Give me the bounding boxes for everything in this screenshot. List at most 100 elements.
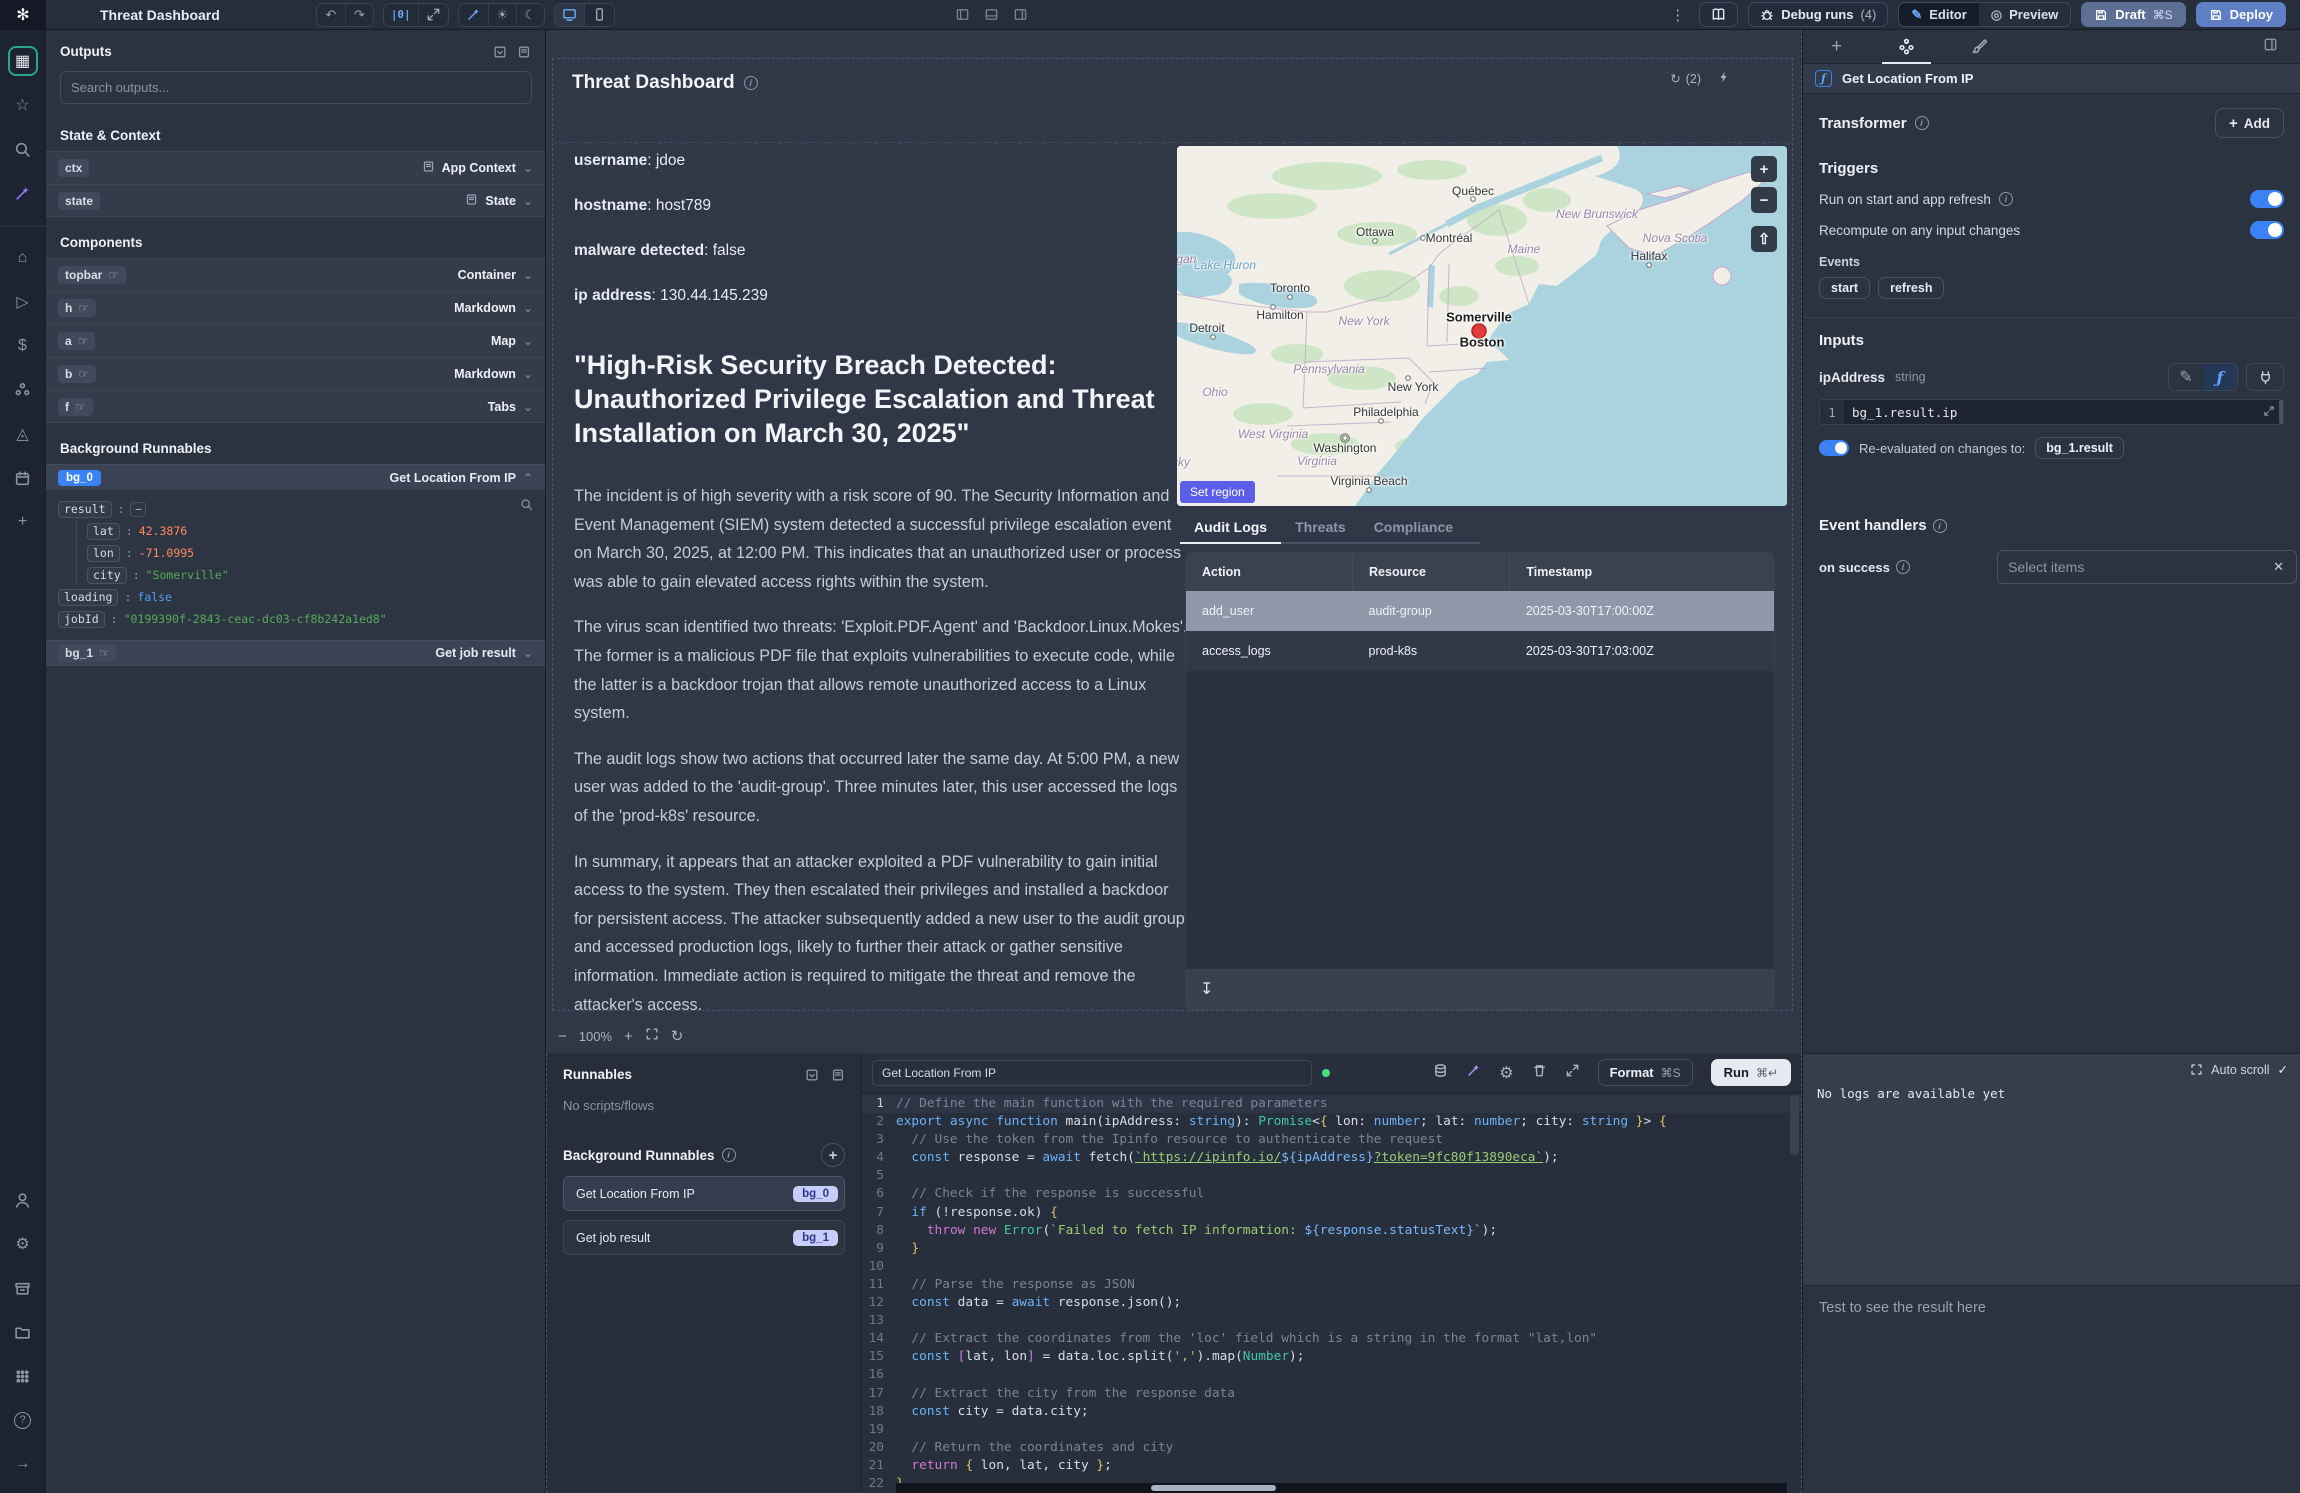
list-doc-icon[interactable] [831, 1068, 845, 1082]
json-row-result[interactable]: result:− [58, 498, 533, 520]
json-row-lat[interactable]: lat:42.3876 [76, 520, 533, 542]
search-icon[interactable] [8, 134, 38, 164]
code-line[interactable]: 1// Define the main function with the re… [862, 1095, 1801, 1113]
download-icon[interactable]: ↧ [1200, 979, 1213, 999]
on-success-select[interactable] [1997, 550, 2297, 584]
code-line[interactable]: 21 return { lon, lat, city }; [862, 1457, 1801, 1475]
runnable-item-bg_1[interactable]: Get job resultbg_1 [563, 1220, 845, 1255]
component-row-topbar[interactable]: topbar☞Container⌄ [46, 258, 545, 291]
windmill-logo-icon[interactable]: ✻ [0, 0, 46, 30]
draft-button[interactable]: Draft⌘S [2081, 2, 2185, 27]
column-header-resource[interactable]: Resource [1353, 553, 1510, 591]
clear-select-icon[interactable]: ✕ [2273, 559, 2284, 575]
event-chip-refresh[interactable]: refresh [1878, 277, 1944, 299]
docs-panel-icon[interactable] [517, 45, 531, 59]
fit-view-icon[interactable] [645, 1027, 659, 1045]
desktop-view-icon[interactable] [555, 3, 584, 27]
json-row-lon[interactable]: lon:-71.0995 [76, 542, 533, 564]
code-line[interactable]: 8 throw new Error(`Failed to fetch IP in… [862, 1222, 1801, 1240]
add-transformer-button[interactable]: +Add [2215, 108, 2284, 138]
map-zoom-out-button[interactable]: − [1751, 187, 1777, 213]
preview-tab[interactable]: ◎Preview [1979, 3, 2071, 26]
expand-editor-icon[interactable] [1565, 1063, 1580, 1083]
component-settings-tab[interactable] [1892, 30, 1921, 64]
json-search-icon[interactable] [520, 498, 533, 514]
add-icon[interactable]: + [8, 507, 38, 537]
editor-tab[interactable]: ✎Editor [1899, 3, 1978, 26]
tab-compliance[interactable]: Compliance [1360, 513, 1467, 542]
code-line[interactable]: 6 // Check if the response is successful [862, 1185, 1801, 1203]
user-icon[interactable] [8, 1185, 38, 1215]
docs-button[interactable] [1699, 2, 1738, 27]
component-row-a[interactable]: a☞Map⌄ [46, 324, 545, 357]
tab-threats[interactable]: Threats [1281, 513, 1360, 542]
input-expression-editor[interactable]: 1 bg_1.result.ip [1819, 399, 2284, 425]
map-component[interactable]: QuébecOttawaMontréalNew BrunswickNova Sc… [1177, 146, 1787, 506]
run-button[interactable]: Run⌘↵ [1711, 1059, 1791, 1086]
expand-expr-icon[interactable] [2263, 405, 2275, 420]
code-line[interactable]: 10 [862, 1258, 1801, 1276]
map-locate-button[interactable]: ⇧ [1751, 226, 1777, 252]
event-chip-start[interactable]: start [1819, 277, 1870, 299]
bg1-row[interactable]: bg_1☞ Get job result⌄ [46, 640, 545, 666]
code-line[interactable]: 9 } [862, 1240, 1801, 1258]
table-row[interactable]: add_useraudit-group2025-03-30T17:00:00Z [1186, 591, 1774, 631]
exit-arrow-icon[interactable]: → [8, 1449, 38, 1479]
mobile-view-icon[interactable] [584, 3, 614, 27]
code-line[interactable]: 5 [862, 1167, 1801, 1185]
help-icon[interactable]: ? [8, 1405, 38, 1435]
dark-mode-icon[interactable]: ☾ [516, 3, 544, 27]
home-icon[interactable]: ⌂ [8, 243, 38, 273]
reeval-toggle[interactable] [1819, 440, 1849, 456]
select-box-icon[interactable] [805, 1068, 819, 1082]
code-line[interactable]: 14 // Extract the coordinates from the '… [862, 1330, 1801, 1348]
collapse-panel-icon[interactable] [2263, 37, 2278, 57]
state-row-state[interactable]: stateState⌄ [46, 184, 545, 217]
component-row-b[interactable]: b☞Markdown⌄ [46, 357, 545, 390]
light-mode-icon[interactable]: ☀ [488, 3, 516, 27]
json-row-city[interactable]: city:"Somerville" [76, 564, 533, 586]
ai-wand-icon[interactable] [8, 178, 38, 208]
settings-gear-icon[interactable]: ⚙ [8, 1229, 38, 1259]
apps-grid-icon[interactable] [8, 1361, 38, 1391]
state-row-ctx[interactable]: ctxApp Context⌄ [46, 151, 545, 184]
code-line[interactable]: 2export async function main(ipAddress: s… [862, 1113, 1801, 1131]
calendar-icon[interactable] [8, 463, 38, 493]
collapse-all-icon[interactable] [493, 45, 507, 59]
redo-button[interactable]: ↷ [345, 3, 373, 27]
zoom-out-button[interactable]: − [558, 1028, 567, 1045]
folders-icon[interactable] [8, 1317, 38, 1347]
runnable-item-bg_0[interactable]: Get Location From IPbg_0 [563, 1176, 845, 1211]
ai-assistant-icon[interactable] [459, 3, 488, 27]
undo-button[interactable]: ↶ [317, 3, 345, 27]
code-line[interactable]: 17 // Extract the city from the response… [862, 1385, 1801, 1403]
editor-hscrollbar[interactable] [896, 1483, 1787, 1493]
code-line[interactable]: 20 // Return the coordinates and city [862, 1439, 1801, 1457]
code-line[interactable]: 16 [862, 1366, 1801, 1384]
schedules-icon[interactable]: ◬ [8, 419, 38, 449]
code-line[interactable]: 12 const data = await response.json(); [862, 1294, 1801, 1312]
code-line[interactable]: 19 [862, 1421, 1801, 1439]
code-line[interactable]: 3 // Use the token from the Ipinfo resou… [862, 1131, 1801, 1149]
insert-component-tab[interactable]: + [1825, 30, 1848, 64]
reeval-dependency-chip[interactable]: bg_1.result [2035, 437, 2124, 459]
script-name-input[interactable] [872, 1060, 1312, 1086]
styling-tab[interactable] [1965, 30, 1994, 64]
eval-input-mode-icon[interactable]: ƒ [2203, 364, 2237, 390]
code-line[interactable]: 11 // Parse the response as JSON [862, 1276, 1801, 1294]
settings-gear-icon[interactable]: ⚙ [1499, 1063, 1513, 1083]
expand-logs-icon[interactable] [2190, 1063, 2203, 1076]
tab-audit-logs[interactable]: Audit Logs [1180, 513, 1281, 542]
resources-icon[interactable] [8, 375, 38, 405]
workers-icon[interactable] [8, 1273, 38, 1303]
debug-runs-button[interactable]: Debug runs(4) [1748, 2, 1888, 27]
bg0-row[interactable]: bg_0 Get Location From IP⌃ [46, 464, 545, 490]
json-row-jobId[interactable]: jobId:"0199390f-2843-ceac-dc03-cf8b242a1… [58, 608, 533, 630]
more-menu-icon[interactable]: ⋮ [1666, 6, 1689, 24]
favorites-star-icon[interactable]: ☆ [8, 90, 38, 120]
code-line[interactable]: 7 if (!response.ok) { [862, 1204, 1801, 1222]
fullscreen-icon[interactable] [418, 3, 448, 27]
map-zoom-in-button[interactable]: + [1751, 156, 1777, 182]
column-header-timestamp[interactable]: Timestamp [1510, 553, 1774, 591]
reset-view-icon[interactable]: ↻ [671, 1027, 684, 1045]
